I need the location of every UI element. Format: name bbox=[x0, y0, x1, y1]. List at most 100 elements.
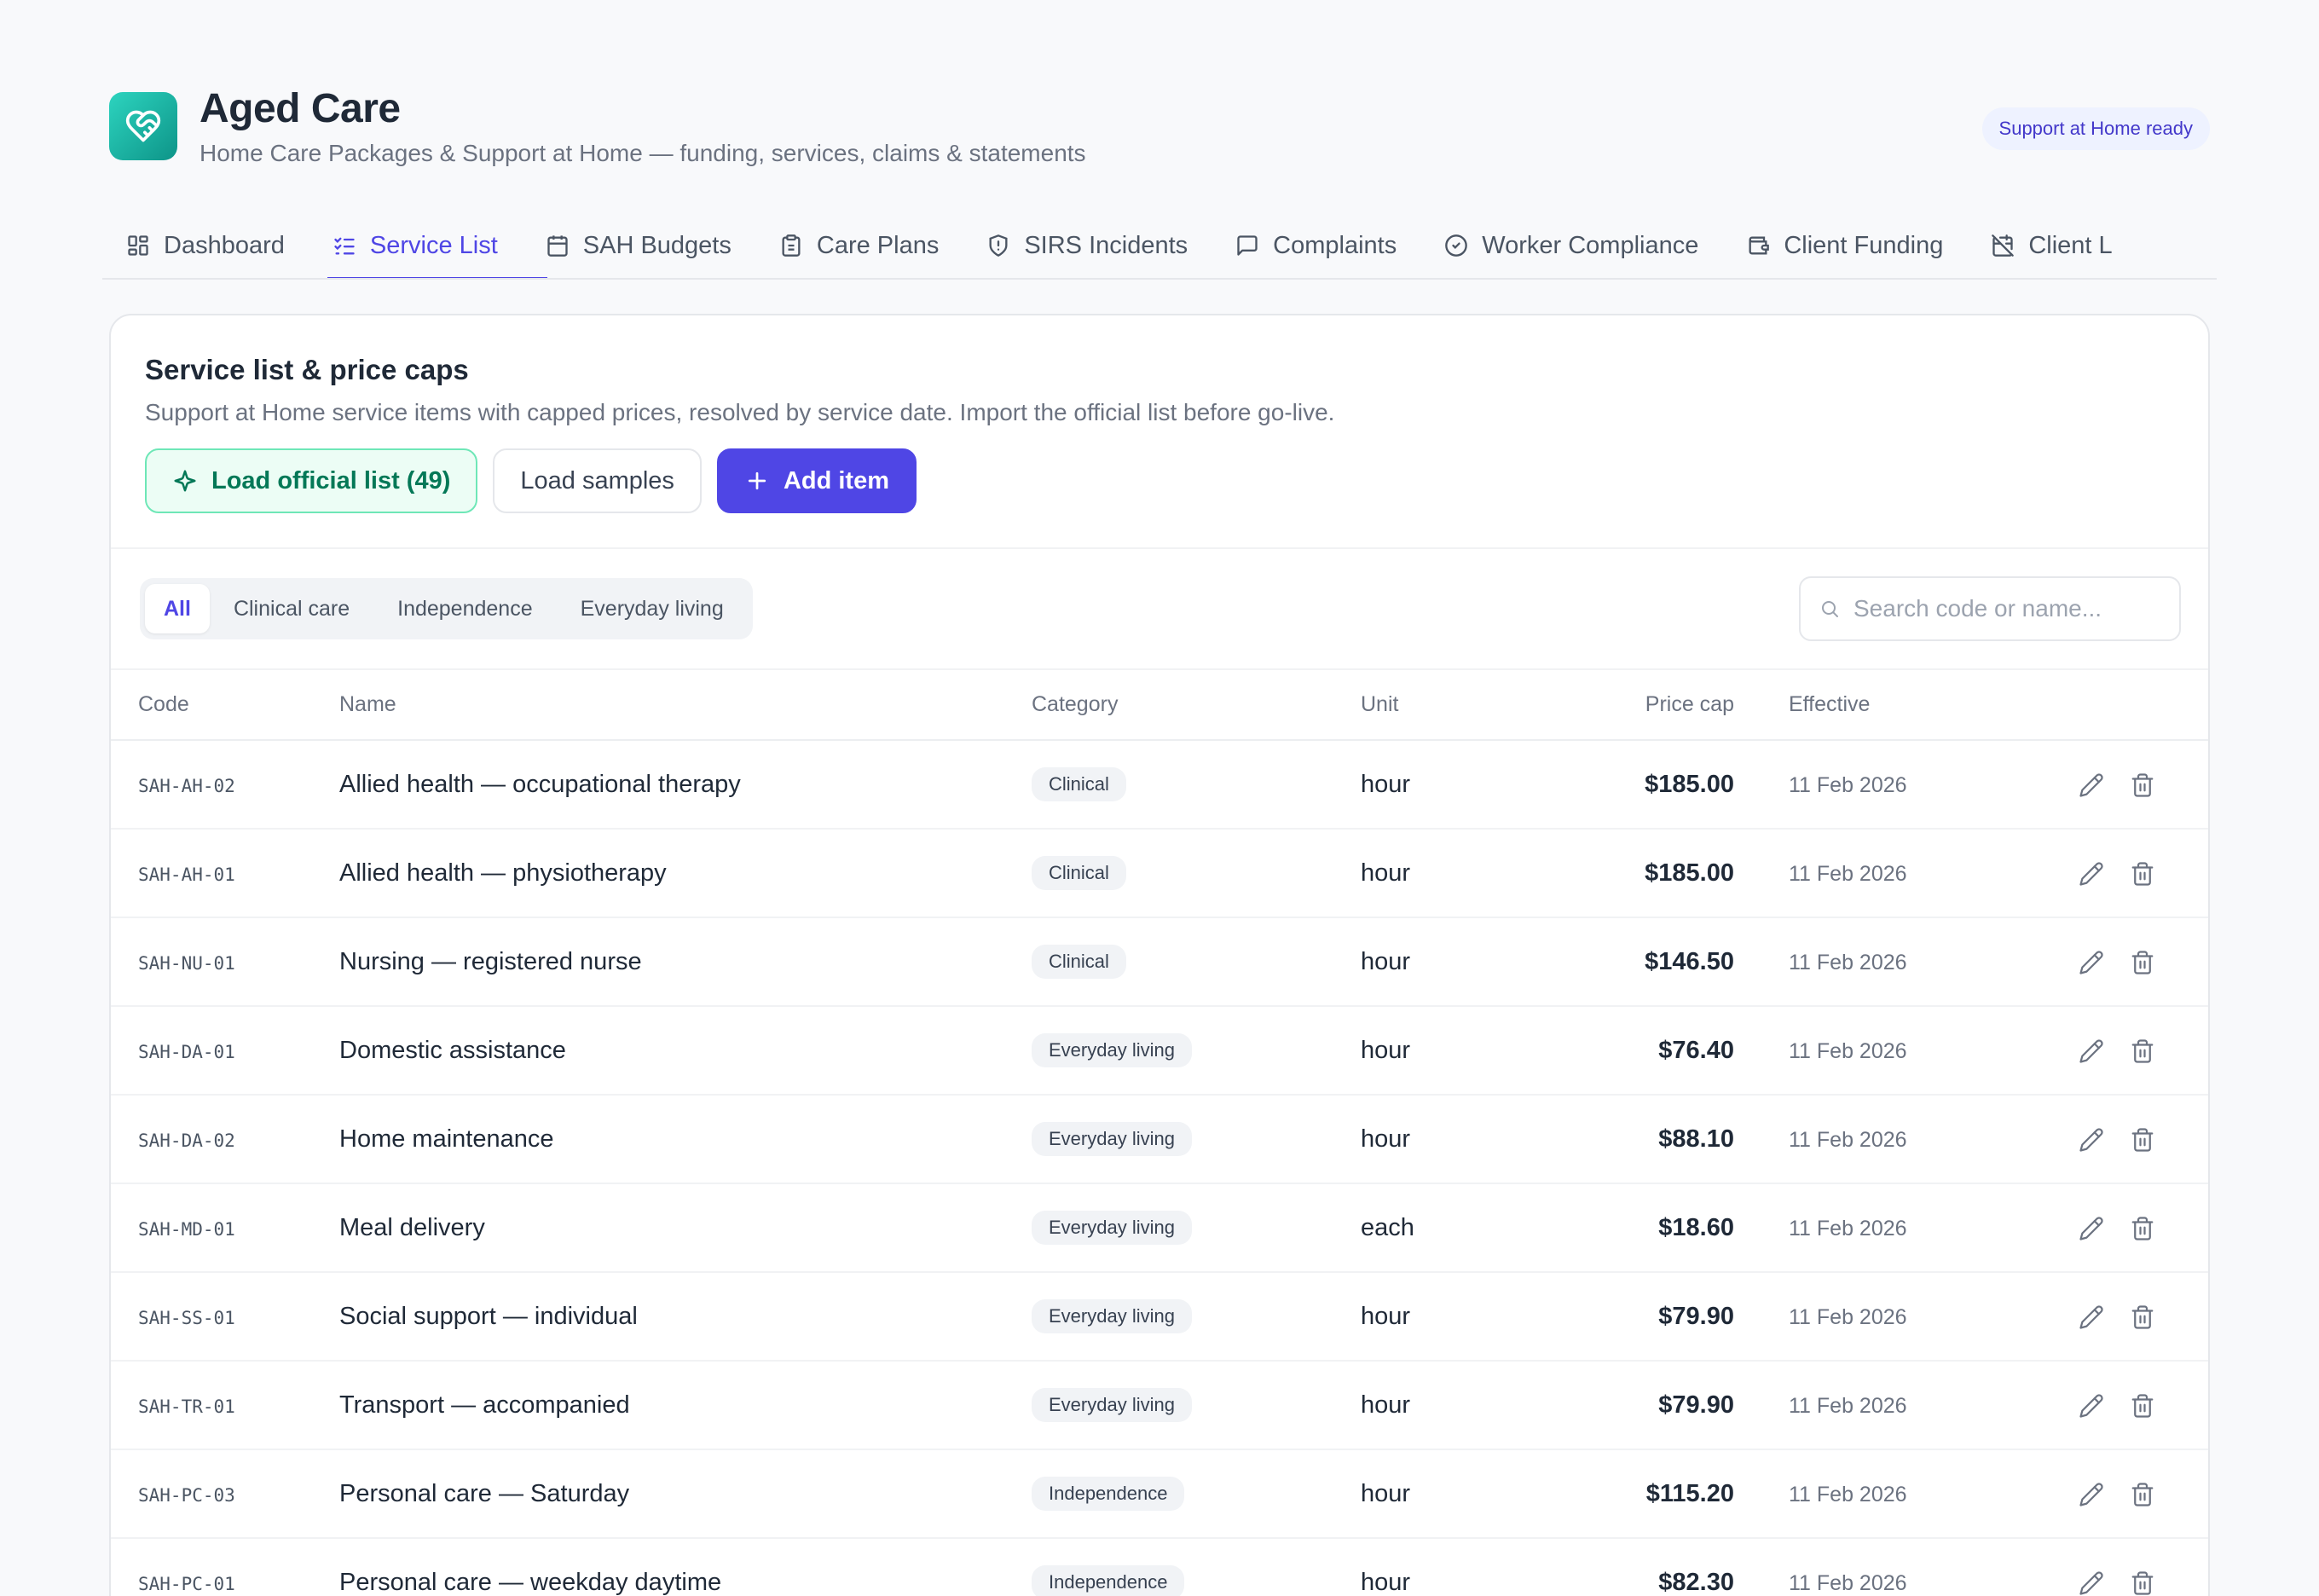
column-header-unit[interactable]: Unit bbox=[1361, 670, 1559, 740]
plus-icon bbox=[748, 471, 766, 490]
service-name: Social support — individual bbox=[339, 1302, 638, 1330]
service-code: SAH-PC-03 bbox=[138, 1484, 235, 1506]
delete-icon[interactable] bbox=[2130, 1393, 2155, 1419]
tab-sah-budgets[interactable]: SAH Budgets bbox=[522, 213, 755, 278]
tab-label: Worker Compliance bbox=[1482, 231, 1699, 259]
tab-care-plans[interactable]: Care Plans bbox=[755, 213, 963, 278]
table-header-row: Code Name Category Unit Price cap Effect… bbox=[111, 670, 2208, 740]
tab-worker-compliance[interactable]: Worker Compliance bbox=[1420, 213, 1722, 278]
edit-icon[interactable] bbox=[2079, 1127, 2104, 1153]
delete-icon[interactable] bbox=[2130, 1482, 2155, 1507]
filter-independence[interactable]: Independence bbox=[373, 584, 556, 633]
filter-everyday-living[interactable]: Everyday living bbox=[557, 584, 748, 633]
shield-alert-icon bbox=[989, 234, 1008, 257]
service-code: SAH-TR-01 bbox=[138, 1396, 235, 1417]
tab-label: SAH Budgets bbox=[582, 231, 732, 259]
service-code: SAH-PC-01 bbox=[138, 1573, 235, 1594]
edit-icon[interactable] bbox=[2079, 950, 2104, 975]
category-filter: All Clinical care Independence Everyday … bbox=[140, 578, 753, 639]
delete-icon[interactable] bbox=[2130, 1127, 2155, 1153]
filter-clinical-care[interactable]: Clinical care bbox=[210, 584, 373, 633]
category-badge: Independence bbox=[1032, 1565, 1185, 1596]
table-row[interactable]: SAH-AH-01 Allied health — physiotherapy … bbox=[111, 829, 2208, 917]
search-box bbox=[1799, 576, 2181, 641]
delete-icon[interactable] bbox=[2130, 1038, 2155, 1064]
table-row[interactable]: SAH-PC-03 Personal care — Saturday Indep… bbox=[111, 1449, 2208, 1538]
effective-date: 11 Feb 2026 bbox=[1789, 1304, 1907, 1329]
card-title: Service list & price caps bbox=[145, 354, 469, 385]
price-cap: $146.50 bbox=[1645, 947, 1734, 975]
category-badge: Everyday living bbox=[1032, 1388, 1192, 1422]
delete-icon[interactable] bbox=[2130, 1570, 2155, 1596]
column-header-category[interactable]: Category bbox=[1032, 670, 1361, 740]
edit-icon[interactable] bbox=[2079, 1216, 2104, 1241]
delete-icon[interactable] bbox=[2130, 1216, 2155, 1241]
edit-icon[interactable] bbox=[2079, 1393, 2104, 1419]
edit-icon[interactable] bbox=[2079, 861, 2104, 887]
table-row[interactable]: SAH-AH-02 Allied health — occupational t… bbox=[111, 740, 2208, 829]
service-unit: hour bbox=[1361, 947, 1411, 975]
table-row[interactable]: SAH-PC-01 Personal care — weekday daytim… bbox=[111, 1538, 2208, 1596]
sparkles-icon bbox=[174, 470, 196, 492]
service-name: Transport — accompanied bbox=[339, 1391, 630, 1419]
tab-dashboard[interactable]: Dashboard bbox=[102, 213, 309, 278]
add-item-button[interactable]: Add item bbox=[716, 448, 917, 513]
price-cap: $185.00 bbox=[1645, 859, 1734, 887]
tab-client-l[interactable]: Client L bbox=[1967, 213, 2136, 278]
active-tab-indicator bbox=[327, 277, 547, 278]
column-header-effective[interactable]: Effective bbox=[1734, 670, 2024, 740]
service-name: Meal delivery bbox=[339, 1213, 485, 1241]
edit-icon[interactable] bbox=[2079, 772, 2104, 798]
service-name: Personal care — Saturday bbox=[339, 1479, 630, 1507]
table-row[interactable]: SAH-NU-01 Nursing — registered nurse Cli… bbox=[111, 917, 2208, 1006]
tab-label: Complaints bbox=[1273, 231, 1397, 259]
table-row[interactable]: SAH-SS-01 Social support — individual Ev… bbox=[111, 1272, 2208, 1361]
table-row[interactable]: SAH-DA-02 Home maintenance Everyday livi… bbox=[111, 1095, 2208, 1183]
column-header-price-cap[interactable]: Price cap bbox=[1559, 670, 1734, 740]
tab-label: Service List bbox=[369, 231, 498, 259]
category-badge: Everyday living bbox=[1032, 1033, 1192, 1067]
effective-date: 11 Feb 2026 bbox=[1789, 1216, 1907, 1240]
edit-icon[interactable] bbox=[2079, 1570, 2104, 1596]
app-subtitle: Home Care Packages & Support at Home — f… bbox=[200, 140, 1086, 166]
delete-icon[interactable] bbox=[2130, 950, 2155, 975]
tab-label: SIRS Incidents bbox=[1024, 231, 1188, 259]
table-row[interactable]: SAH-MD-01 Meal delivery Everyday living … bbox=[111, 1183, 2208, 1272]
service-unit: each bbox=[1361, 1213, 1414, 1241]
delete-icon[interactable] bbox=[2130, 772, 2155, 798]
search-input[interactable] bbox=[1853, 595, 2160, 622]
wallet-icon bbox=[1749, 236, 1770, 255]
price-cap: $115.20 bbox=[1645, 1479, 1734, 1507]
service-unit: hour bbox=[1361, 1568, 1411, 1596]
tab-sirs-incidents[interactable]: SIRS Incidents bbox=[963, 213, 1212, 278]
table-row[interactable]: SAH-TR-01 Transport — accompanied Everyd… bbox=[111, 1361, 2208, 1449]
tab-complaints[interactable]: Complaints bbox=[1212, 213, 1420, 278]
category-badge: Everyday living bbox=[1032, 1211, 1192, 1245]
column-header-name[interactable]: Name bbox=[339, 670, 1032, 740]
table-row[interactable]: SAH-DA-01 Domestic assistance Everyday l… bbox=[111, 1006, 2208, 1095]
status-badge: Support at Home ready bbox=[1981, 107, 2210, 150]
search-icon bbox=[1822, 601, 1838, 617]
service-table: Code Name Category Unit Price cap Effect… bbox=[111, 670, 2208, 1596]
service-code: SAH-AH-01 bbox=[138, 864, 235, 885]
edit-icon[interactable] bbox=[2079, 1304, 2104, 1330]
service-unit: hour bbox=[1361, 1479, 1411, 1507]
service-unit: hour bbox=[1361, 1125, 1411, 1153]
column-header-code[interactable]: Code bbox=[111, 670, 339, 740]
effective-date: 11 Feb 2026 bbox=[1789, 861, 1907, 886]
delete-icon[interactable] bbox=[2130, 1304, 2155, 1330]
edit-icon[interactable] bbox=[2079, 1482, 2104, 1507]
filter-all[interactable]: All bbox=[145, 584, 210, 633]
load-samples-button[interactable]: Load samples bbox=[493, 448, 702, 513]
tab-service-list[interactable]: Service List bbox=[309, 213, 522, 278]
service-unit: hour bbox=[1361, 859, 1411, 887]
delete-icon[interactable] bbox=[2130, 861, 2155, 887]
load-official-list-button[interactable]: Load official list (49) bbox=[145, 448, 478, 513]
dashboard-icon bbox=[128, 235, 148, 256]
price-cap: $82.30 bbox=[1658, 1568, 1734, 1596]
effective-date: 11 Feb 2026 bbox=[1789, 1570, 1907, 1595]
edit-icon[interactable] bbox=[2079, 1038, 2104, 1064]
category-badge: Everyday living bbox=[1032, 1122, 1192, 1156]
effective-date: 11 Feb 2026 bbox=[1789, 1127, 1907, 1152]
tab-client-funding[interactable]: Client Funding bbox=[1722, 213, 1967, 278]
